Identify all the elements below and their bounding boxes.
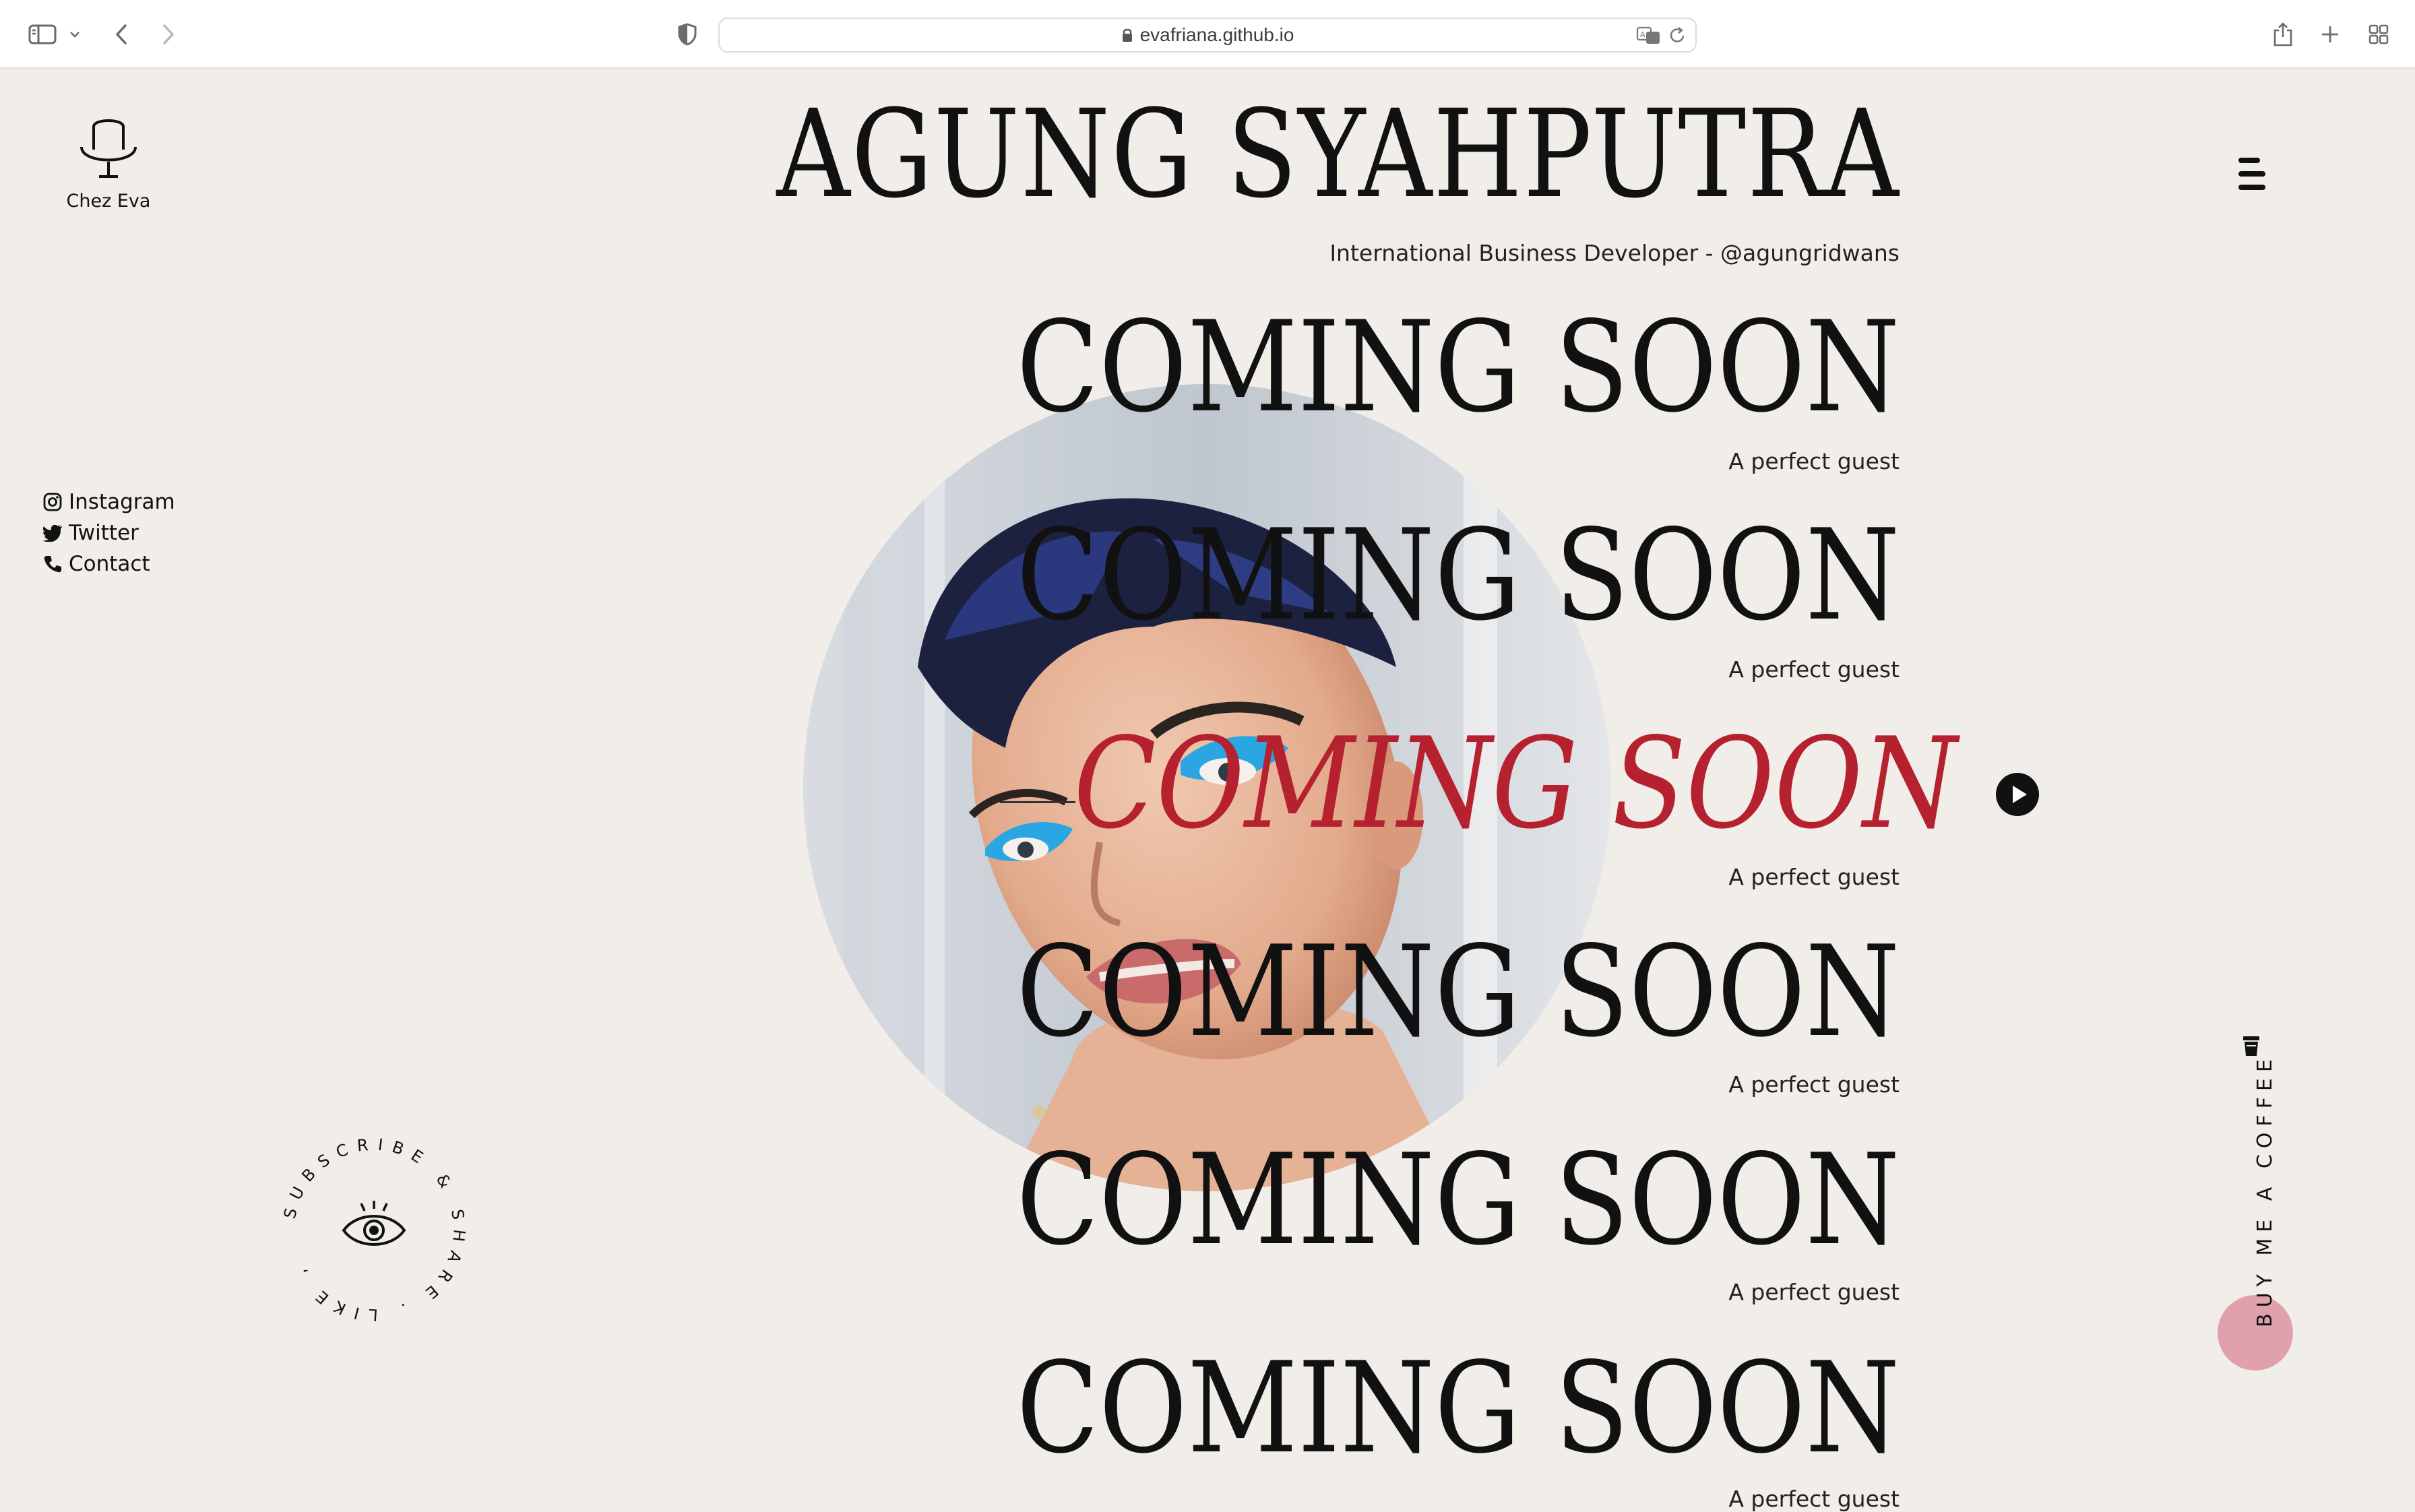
microphone-icon: [80, 119, 137, 178]
tab-overview-icon[interactable]: [2364, 18, 2393, 51]
lock-icon: [1121, 27, 1133, 43]
episode-title[interactable]: COMING SOON: [1016, 513, 1900, 638]
episode-subtitle: A perfect guest: [1728, 864, 1900, 890]
episode-subtitle: A perfect guest: [1728, 1486, 1900, 1512]
hamburger-menu-icon[interactable]: [2234, 152, 2272, 195]
forward-arrow-icon[interactable]: [155, 18, 182, 51]
instagram-icon: [42, 491, 63, 513]
episode-title[interactable]: COMING SOON: [1016, 1346, 1900, 1471]
page-subtitle: International Business Developer - @agun…: [1329, 240, 1900, 266]
privacy-shield-icon[interactable]: [672, 18, 702, 51]
page-title: AGUNG SYAHPUTRA: [776, 84, 1900, 225]
episode-subtitle: A perfect guest: [1728, 1071, 1900, 1098]
phone-icon: [42, 553, 63, 575]
browser-toolbar: evafriana.github.io A: [0, 0, 2415, 69]
translate-icon[interactable]: A: [1636, 26, 1662, 46]
logo-label: Chez Eva: [66, 191, 151, 212]
site-logo[interactable]: Chez Eva: [65, 115, 152, 212]
buy-me-a-coffee-button[interactable]: BUY ME A COFFEE: [2217, 1031, 2293, 1371]
social-label-instagram: Instagram: [69, 490, 175, 514]
twitter-icon: [42, 522, 63, 544]
coffee-label: BUY ME A COFFEE: [2253, 1053, 2277, 1327]
subscribe-badge[interactable]: SUBSCRIBE & SHARE . LIKE ,: [276, 1132, 472, 1327]
play-icon: [2013, 786, 2027, 803]
episode-subtitle: A perfect guest: [1728, 448, 1900, 474]
svg-text:A: A: [1640, 30, 1645, 39]
play-button[interactable]: [1996, 773, 2039, 816]
social-link-twitter[interactable]: Twitter: [42, 517, 175, 548]
social-links: Instagram Twitter Contact: [42, 486, 175, 579]
sidebar-toggle-icon[interactable]: [26, 18, 59, 51]
episode-subtitle: A perfect guest: [1728, 656, 1900, 683]
social-label-contact: Contact: [69, 552, 150, 576]
new-tab-plus-icon[interactable]: [2315, 18, 2345, 51]
back-arrow-icon[interactable]: [108, 18, 135, 51]
episode-subtitle: A perfect guest: [1728, 1279, 1900, 1305]
eye-icon: [342, 1201, 406, 1246]
social-label-twitter: Twitter: [69, 521, 139, 545]
share-icon[interactable]: [2268, 18, 2298, 51]
reload-icon[interactable]: [1667, 26, 1687, 46]
episode-title[interactable]: COMING SOON: [1016, 1137, 1900, 1263]
social-link-contact[interactable]: Contact: [42, 548, 175, 579]
episode-title[interactable]: COMING SOON: [1016, 929, 1900, 1054]
social-link-instagram[interactable]: Instagram: [42, 486, 175, 517]
url-text: evafriana.github.io: [1139, 24, 1294, 45]
tab-group-chevron-down-icon[interactable]: [66, 18, 84, 51]
episode-title[interactable]: COMING SOON: [1016, 305, 1900, 430]
episode-title-active[interactable]: COMING SOON: [1073, 721, 1957, 846]
address-bar[interactable]: evafriana.github.io A: [718, 18, 1697, 53]
